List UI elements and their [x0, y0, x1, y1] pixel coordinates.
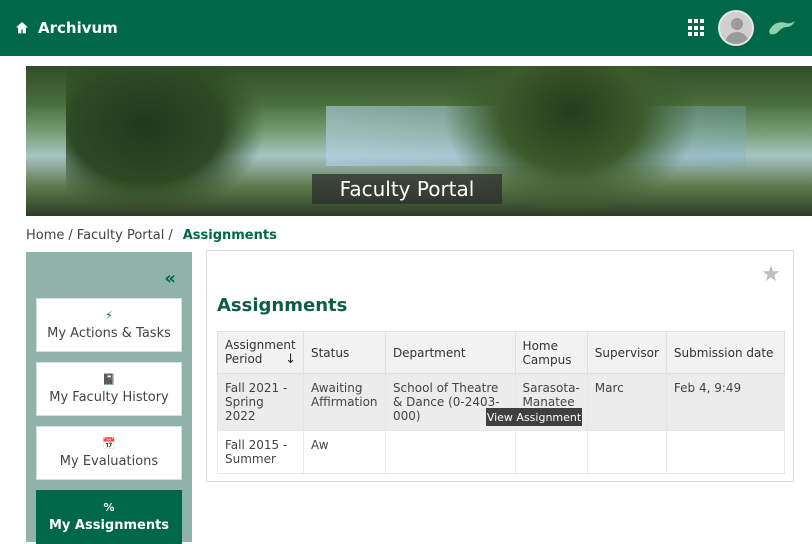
- book-icon: 📓: [102, 373, 116, 386]
- sort-desc-icon[interactable]: ↓: [285, 352, 296, 367]
- top-bar: Archivum: [0, 0, 812, 56]
- lightning-icon: ⚡: [105, 309, 113, 322]
- breadcrumb-faculty-portal[interactable]: Faculty Portal: [77, 228, 165, 243]
- col-submission-date[interactable]: Submission date: [665, 331, 786, 374]
- collapse-sidebar-icon[interactable]: «: [164, 268, 176, 289]
- sidebar-item-assignments[interactable]: % My Assignments: [36, 490, 182, 544]
- assignments-card: ★ Assignments Assignment Period ↓ Status…: [206, 250, 794, 482]
- breadcrumb-sep: /: [168, 227, 173, 243]
- brand[interactable]: Archivum: [14, 19, 118, 37]
- brand-title: Archivum: [38, 19, 118, 37]
- view-assignment-button[interactable]: View Assignment: [486, 408, 582, 426]
- sidebar-item-label: My Faculty History: [49, 390, 169, 405]
- cell-period: Fall 2015 - Summer: [217, 430, 304, 474]
- page-title: Assignments: [217, 295, 348, 316]
- star-icon[interactable]: ★: [759, 263, 783, 287]
- cell-home-campus: [514, 430, 588, 474]
- cell-period: Fall 2021 - Spring 2022: [217, 373, 304, 431]
- breadcrumb-sep: /: [68, 227, 73, 243]
- cell-submission-date: Feb 4, 9:49: [665, 373, 786, 431]
- col-assignment-period[interactable]: Assignment Period ↓: [217, 331, 304, 374]
- avatar[interactable]: [718, 10, 754, 46]
- banner-title: Faculty Portal: [312, 174, 502, 204]
- bull-logo-icon: [766, 16, 798, 40]
- col-department[interactable]: Department: [384, 331, 516, 374]
- col-supervisor[interactable]: Supervisor: [586, 331, 667, 374]
- cell-department: [384, 430, 516, 474]
- breadcrumb-home[interactable]: Home: [26, 228, 64, 243]
- col-status[interactable]: Status: [302, 331, 386, 374]
- sidebar-item-label: My Evaluations: [59, 454, 159, 469]
- cell-submission-date: [665, 430, 786, 474]
- breadcrumb: Home / Faculty Portal / Assignments: [26, 224, 812, 246]
- sidebar-item-actions-tasks[interactable]: ⚡ My Actions & Tasks: [36, 298, 182, 352]
- sidebar-item-evaluations[interactable]: 📅 My Evaluations: [36, 426, 182, 480]
- sidebar-item-label: My Actions & Tasks: [47, 326, 171, 341]
- sidebar-item-label: My Assignments: [48, 518, 170, 533]
- calendar-icon: 📅: [102, 437, 116, 450]
- col-home-campus[interactable]: Home Campus: [514, 331, 588, 374]
- sidebar-item-faculty-history[interactable]: 📓 My Faculty History: [36, 362, 182, 416]
- breadcrumb-current: Assignments: [182, 227, 277, 243]
- table-row[interactable]: Fall 2015 - Summer Aw: [217, 430, 786, 474]
- apps-grid-icon[interactable]: [688, 19, 706, 37]
- cell-status: Awaiting Affirmation: [302, 373, 386, 431]
- sidebar: « ⚡ My Actions & Tasks 📓 My Faculty Hist…: [26, 252, 192, 544]
- assignments-table: Assignment Period ↓ Status Department Ho…: [217, 331, 786, 474]
- cell-supervisor: [586, 430, 667, 474]
- cell-status: Aw: [302, 430, 386, 474]
- cell-supervisor: Marc: [586, 373, 667, 431]
- home-icon: [14, 19, 32, 37]
- percent-icon: %: [103, 501, 115, 514]
